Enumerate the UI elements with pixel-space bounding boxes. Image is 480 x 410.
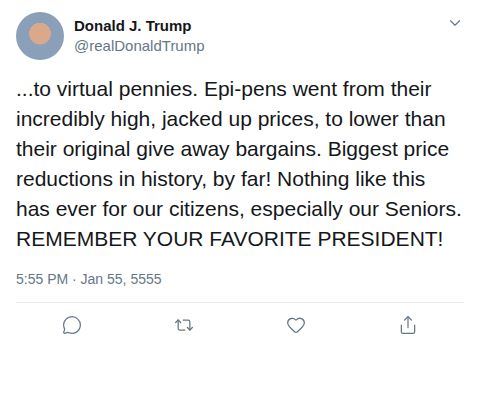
like-button[interactable]: [282, 311, 310, 339]
user-handle[interactable]: @realDonaldTrump: [74, 36, 436, 56]
share-button[interactable]: [394, 311, 422, 339]
timestamp[interactable]: 5:55 PM · Jan 55, 5555: [16, 270, 464, 288]
chevron-down-icon[interactable]: [446, 14, 464, 32]
tweet-card: Donald J. Trump@realDonaldTrump ...to vir…: [0, 0, 480, 410]
tweet-header: Donald J. Trump@realDonaldTrump: [16, 12, 464, 60]
retweet-icon[interactable]: [174, 315, 194, 335]
user-name[interactable]: Donald J. Trump: [74, 16, 436, 36]
avatar[interactable]: [16, 12, 64, 60]
reply-icon[interactable]: [62, 315, 82, 335]
retweet-button[interactable]: [170, 311, 198, 339]
user-info: Donald J. Trump@realDonaldTrump: [74, 16, 436, 56]
menu-button[interactable]: [446, 12, 464, 32]
reply-button[interactable]: [58, 311, 86, 339]
like-icon[interactable]: [286, 315, 306, 335]
divider: [16, 302, 464, 303]
tweet-text: ...to virtual pennies. Epi-pens went fro…: [16, 74, 464, 254]
action-bar: [16, 303, 464, 347]
share-icon[interactable]: [398, 315, 418, 335]
